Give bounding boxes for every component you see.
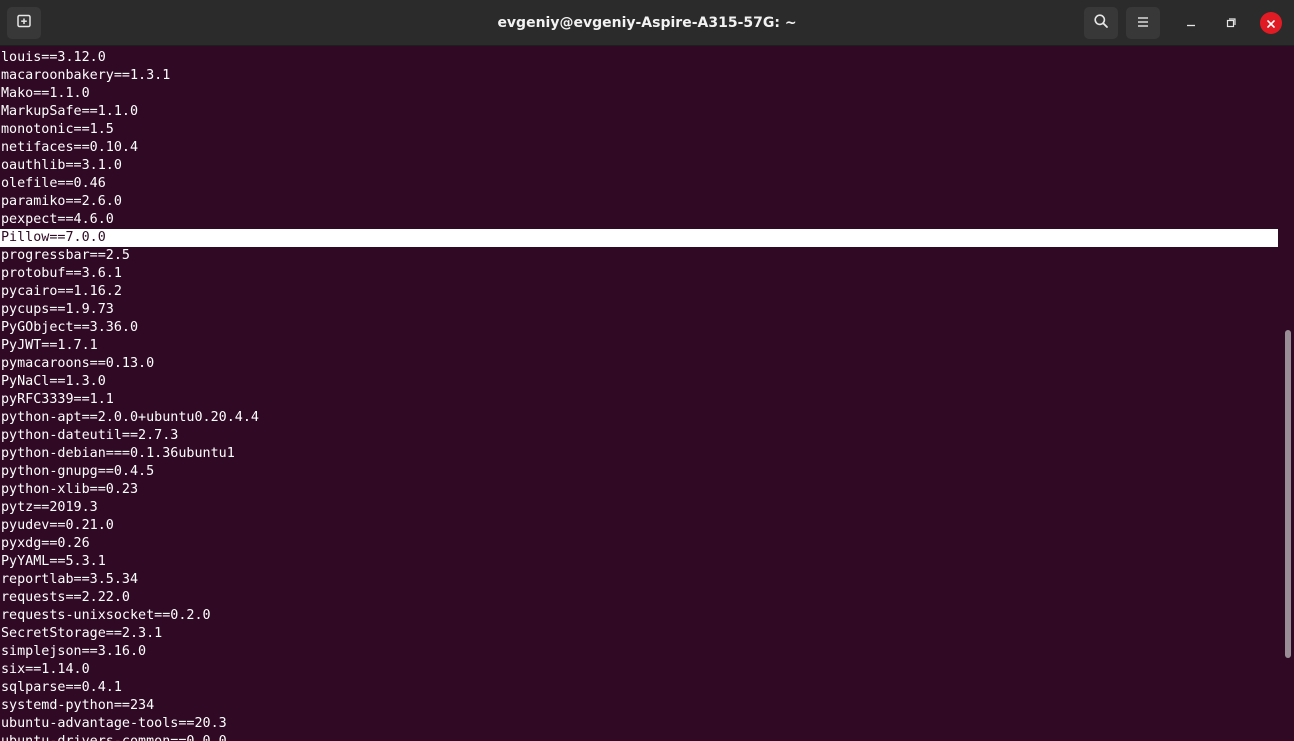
output-line: progressbar==2.5 [1, 248, 130, 263]
output-line: requests-unixsocket==0.2.0 [1, 608, 211, 623]
title-bar[interactable]: evgeniy@evgeniy-Aspire-A315-57G: ~ [0, 0, 1294, 46]
terminal-window: evgeniy@evgeniy-Aspire-A315-57G: ~ louis… [0, 0, 1294, 741]
output-line: python-apt==2.0.0+ubuntu0.20.4.4 [1, 410, 259, 425]
output-line: pycairo==1.16.2 [1, 284, 122, 299]
vertical-scrollbar[interactable] [1282, 46, 1292, 741]
output-line: six==1.14.0 [1, 662, 90, 677]
output-line: PyJWT==1.7.1 [1, 338, 98, 353]
output-line: python-debian===0.1.36ubuntu1 [1, 446, 235, 461]
output-line: python-xlib==0.23 [1, 482, 139, 497]
minimize-icon [1185, 14, 1197, 33]
output-line: netifaces==0.10.4 [1, 140, 139, 155]
output-line: pyRFC3339==1.1 [1, 392, 114, 407]
output-line: PyNaCl==1.3.0 [1, 374, 106, 389]
output-line: louis==3.12.0 [1, 50, 106, 65]
output-line: Mako==1.1.0 [1, 86, 90, 101]
output-line: systemd-python==234 [1, 698, 155, 713]
hamburger-menu-icon [1136, 14, 1150, 33]
output-line: PyYAML==5.3.1 [1, 554, 106, 569]
output-line: monotonic==1.5 [1, 122, 114, 137]
output-line: MarkupSafe==1.1.0 [1, 104, 139, 119]
search-icon [1093, 13, 1109, 33]
selected-output-line: Pillow==7.0.0 [0, 229, 1278, 247]
output-line: SecretStorage==2.3.1 [1, 626, 163, 641]
maximize-button[interactable] [1220, 12, 1242, 34]
search-button[interactable] [1084, 7, 1118, 39]
output-line: ubuntu-drivers-common==0.0.0 [0, 733, 1278, 741]
output-line: macaroonbakery==1.3.1 [1, 68, 171, 83]
terminal-output[interactable]: louis==3.12.0 macaroonbakery==1.3.1 Mako==… [0, 49, 1280, 741]
output-line: paramiko==2.6.0 [1, 194, 122, 209]
minimize-button[interactable] [1180, 12, 1202, 34]
maximize-icon [1225, 14, 1237, 33]
output-line: PyGObject==3.36.0 [1, 320, 139, 335]
close-button[interactable] [1260, 12, 1282, 34]
output-line: pytz==2019.3 [1, 500, 98, 515]
output-line: reportlab==3.5.34 [1, 572, 139, 587]
output-line: ubuntu-advantage-tools==20.3 [1, 716, 227, 731]
output-line: oauthlib==3.1.0 [1, 158, 122, 173]
output-line: simplejson==3.16.0 [1, 644, 147, 659]
output-line: pexpect==4.6.0 [1, 212, 114, 227]
output-line: olefile==0.46 [1, 176, 106, 191]
output-line: python-dateutil==2.7.3 [1, 428, 179, 443]
output-line: python-gnupg==0.4.5 [1, 464, 155, 479]
close-icon [1266, 14, 1276, 33]
output-line: sqlparse==0.4.1 [1, 680, 122, 695]
output-line: pycups==1.9.73 [1, 302, 114, 317]
scrollbar-thumb[interactable] [1285, 330, 1291, 658]
output-line: pyxdg==0.26 [1, 536, 90, 551]
output-line: pymacaroons==0.13.0 [1, 356, 155, 371]
output-line: pyudev==0.21.0 [1, 518, 114, 533]
output-line: protobuf==3.6.1 [1, 266, 122, 281]
menu-button[interactable] [1126, 7, 1160, 39]
output-line: requests==2.22.0 [1, 590, 130, 605]
